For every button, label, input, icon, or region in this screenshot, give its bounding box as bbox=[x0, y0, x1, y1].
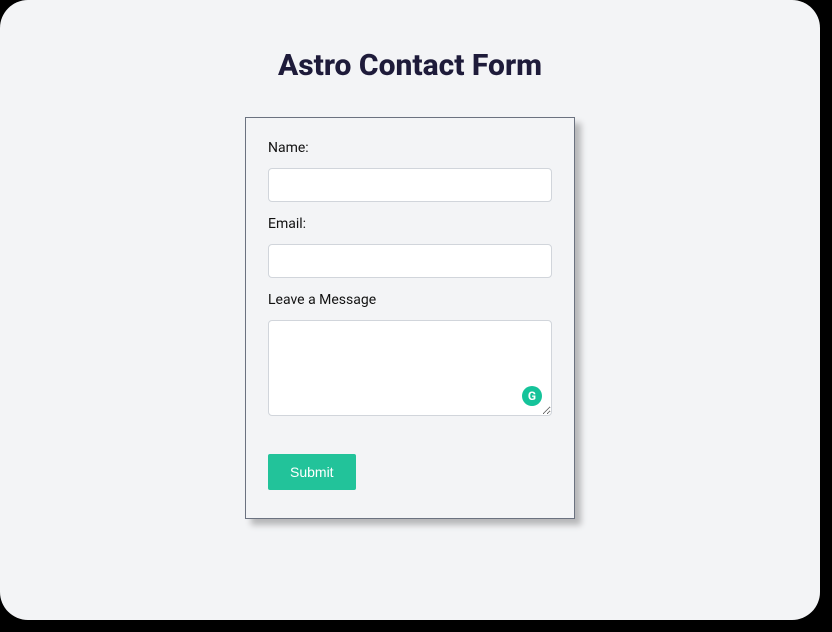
submit-button[interactable]: Submit bbox=[268, 454, 356, 490]
message-textarea[interactable] bbox=[268, 320, 552, 416]
email-input[interactable] bbox=[268, 244, 552, 278]
contact-form: Name: Email: Leave a Message G Submit bbox=[245, 117, 575, 519]
name-label: Name: bbox=[268, 140, 552, 156]
grammarly-icon: G bbox=[522, 386, 542, 406]
name-input[interactable] bbox=[268, 168, 552, 202]
email-label: Email: bbox=[268, 216, 552, 232]
message-wrap: G bbox=[268, 320, 552, 420]
page-title: Astro Contact Form bbox=[0, 48, 820, 83]
message-label: Leave a Message bbox=[268, 292, 552, 308]
app-window: Astro Contact Form Name: Email: Leave a … bbox=[0, 0, 820, 620]
